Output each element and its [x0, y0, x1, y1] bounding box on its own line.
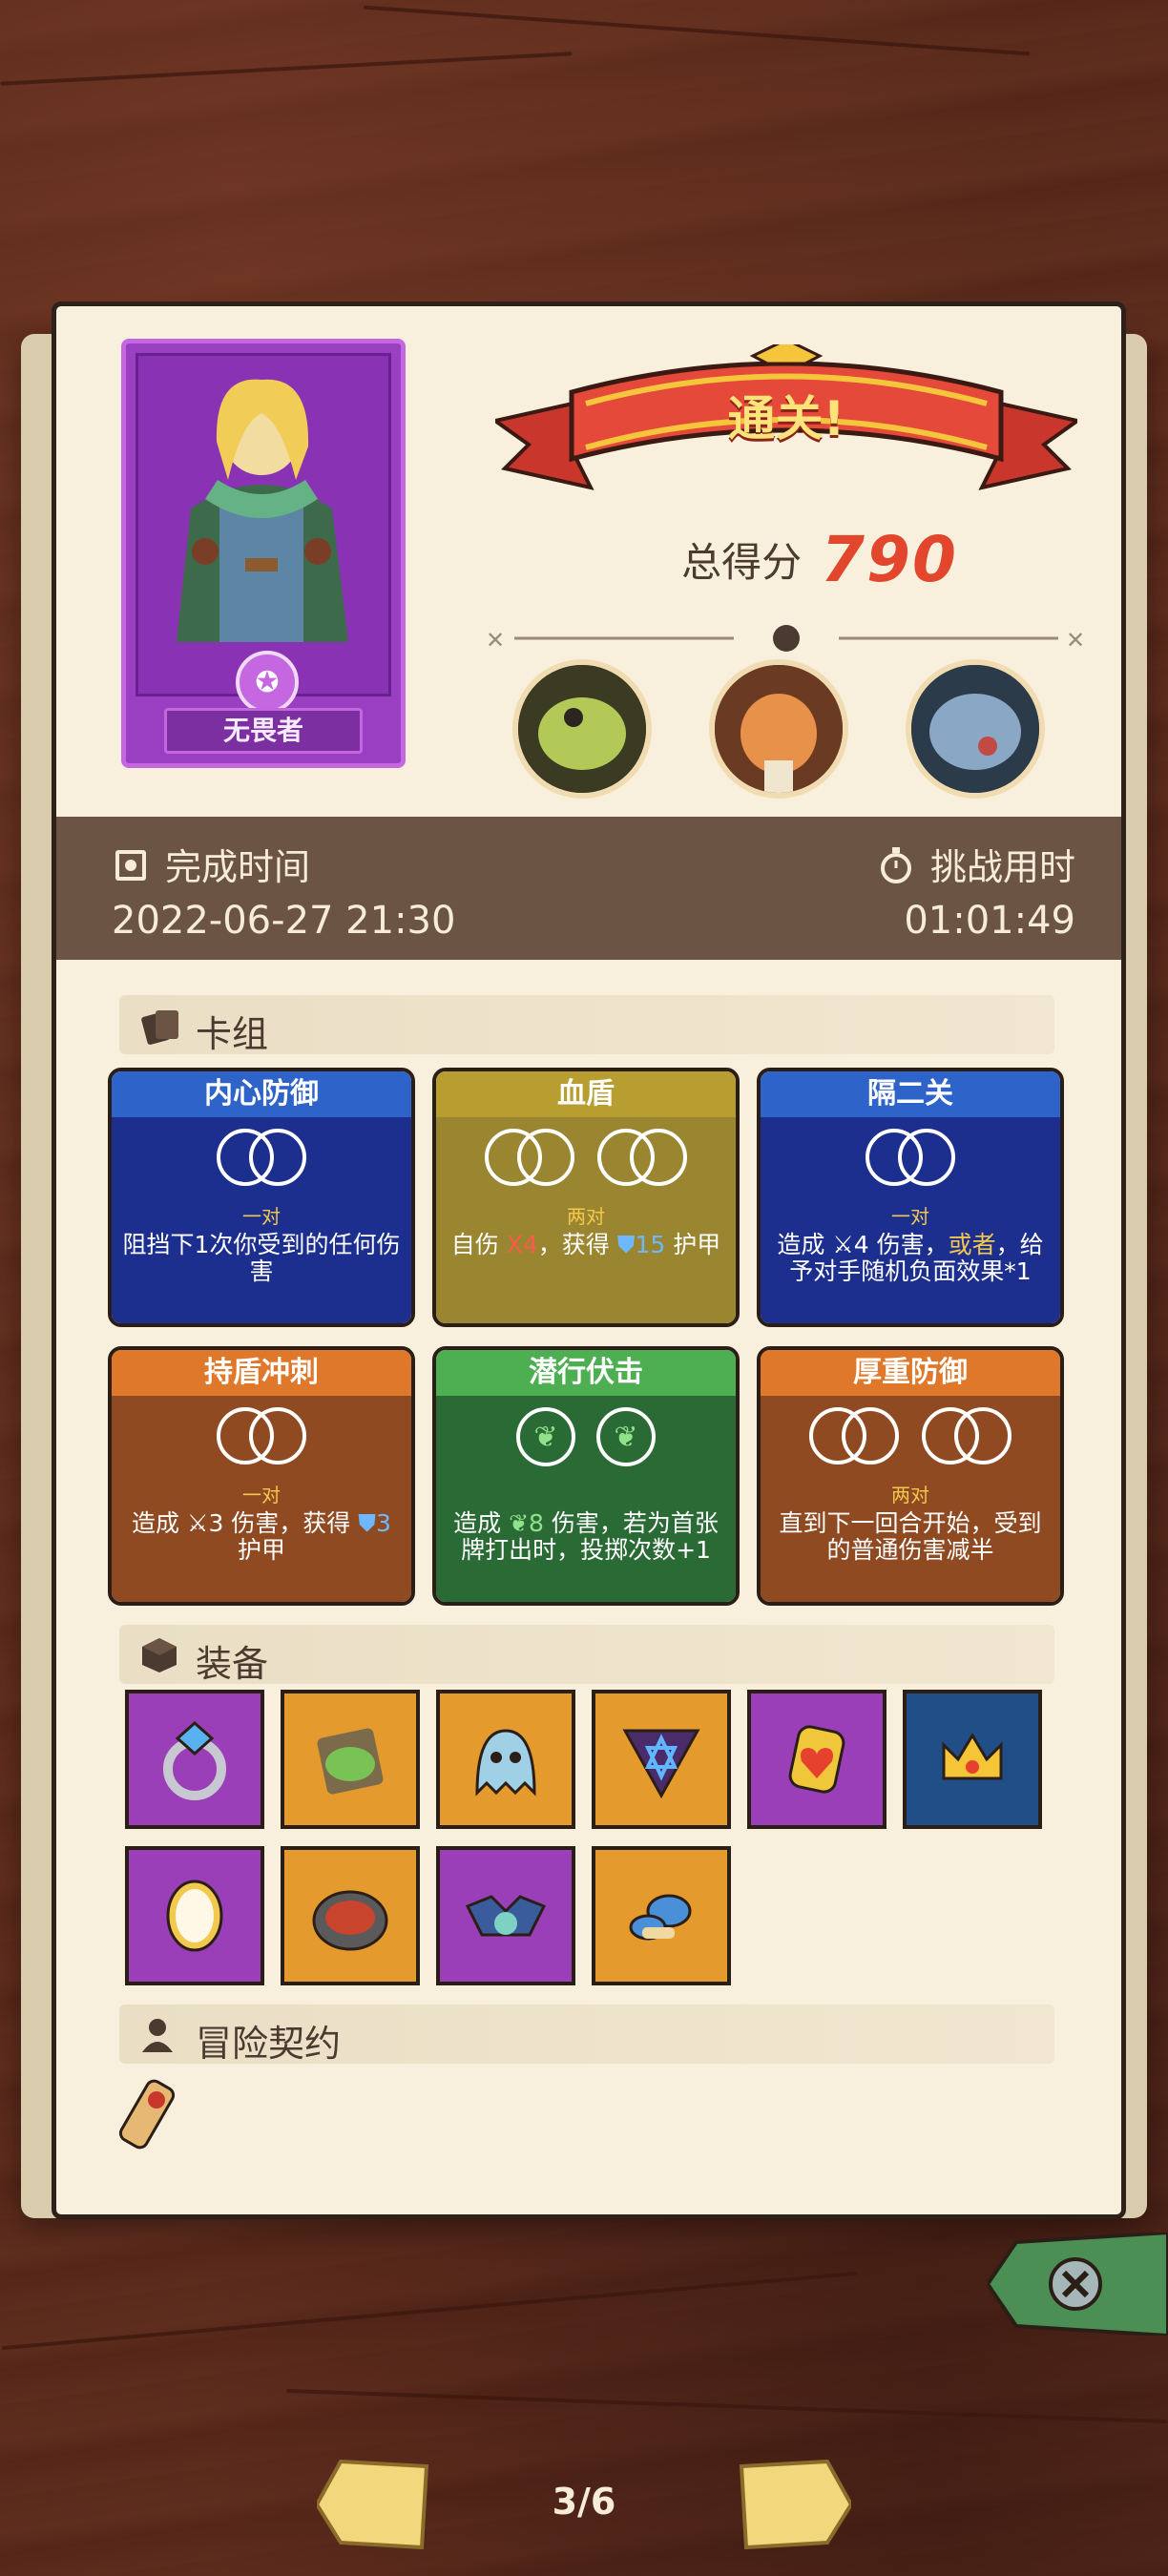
- card-description: 造成 ❦8 伤害，若为首张牌打出时，投掷次数+1: [453, 1509, 719, 1564]
- sword-icon: ⚔: [832, 1231, 854, 1258]
- deck-card-stealth-ambush[interactable]: 潜行伏击 ❦ ❦ 造成 ❦8 伤害，若为首张牌打出时，投掷次数+1: [432, 1346, 740, 1606]
- crystal-ring-icon[interactable]: [125, 1690, 264, 1829]
- close-button[interactable]: [988, 2233, 1168, 2336]
- victory-title: 通关!: [727, 391, 845, 447]
- card-dice-count: 两对: [567, 1205, 605, 1228]
- mossy-stone-icon[interactable]: [281, 1690, 420, 1829]
- duration-value: 01:01:49: [904, 899, 1075, 943]
- stopwatch-icon: [879, 847, 913, 892]
- wood-grain: [286, 2388, 1168, 2424]
- card-description: 造成 ⚔3 伤害，获得 ⛊3 护甲: [132, 1509, 391, 1564]
- ghost-slime-icon[interactable]: [436, 1690, 575, 1829]
- wood-grain: [363, 5, 1031, 56]
- equipment-section-header: 装备: [119, 1625, 1054, 1685]
- time-info-band: 完成时间 2022-06-27 21:30 挑战用时 01:01:49: [56, 817, 1121, 960]
- boss-portrait-3: [906, 659, 1045, 799]
- card-title: 内心防御: [112, 1071, 411, 1117]
- fire-pot-icon[interactable]: [281, 1846, 420, 1985]
- card-title: 血盾: [436, 1071, 736, 1117]
- deck-card-shield-charge[interactable]: 持盾冲刺 一对 造成 ⚔3 伤害，获得 ⛊3 护甲: [108, 1346, 415, 1606]
- blue-mushroom-icon[interactable]: [592, 1846, 731, 1985]
- card-description: 自伤 X4，获得 ⛊15 护甲: [450, 1231, 721, 1258]
- card-dice-count: 一对: [242, 1205, 281, 1228]
- hero-name: 无畏者: [164, 708, 363, 754]
- heart-icon: X4: [506, 1231, 538, 1258]
- card-description: 阻挡下1次你受到的任何伤害: [122, 1231, 401, 1285]
- equipment-title: 装备: [196, 1643, 269, 1685]
- heart-gem-icon[interactable]: [747, 1690, 886, 1829]
- gold-crown-icon[interactable]: [903, 1690, 1042, 1829]
- card-title: 潜行伏击: [436, 1350, 736, 1396]
- score-label: 总得分: [681, 538, 803, 586]
- score-value: 790: [821, 522, 958, 596]
- deck-section-header: 卡组: [119, 995, 1054, 1055]
- sword-icon: ⚔: [187, 1509, 209, 1537]
- boss-portrait-2: [709, 659, 848, 799]
- card-title: 隔二关: [761, 1071, 1060, 1117]
- ornament-divider: ✕ ✕: [486, 625, 1085, 654]
- finish-time-value: 2022-06-27 21:30: [112, 899, 456, 943]
- result-panel: ✪ 无畏者 通关! 总得分 790 ✕ ✕ 完成时间 2022-06-27 21…: [52, 301, 1126, 2219]
- boss-portrait-1: [512, 659, 652, 799]
- contract-section-header: 冒险契约: [119, 2005, 1054, 2065]
- total-score: 总得分 790: [619, 523, 1020, 596]
- box-icon: [140, 1636, 178, 1678]
- card-description: 造成 ⚔4 伤害，或者，给予对手随机负面效果*1: [777, 1231, 1044, 1285]
- deck-card-heavy-defense[interactable]: 厚重防御 两对 直到下一回合开始，受到的普通伤害减半: [757, 1346, 1064, 1606]
- person-icon: [140, 2016, 175, 2058]
- finish-time-label: 完成时间: [165, 846, 311, 888]
- card-dice-count: 一对: [242, 1484, 281, 1506]
- mirror-icon[interactable]: [125, 1846, 264, 1985]
- hero-portrait: ✪ 无畏者: [121, 339, 406, 768]
- contract-scroll-icon[interactable]: [114, 2071, 190, 2161]
- card-description: 直到下一回合开始，受到的普通伤害减半: [779, 1509, 1042, 1564]
- card-title: 持盾冲刺: [112, 1350, 411, 1396]
- page-indicator: 3/6: [552, 2481, 616, 2523]
- deck-card-inner-defense[interactable]: 内心防御 一对 阻挡下1次你受到的任何伤害: [108, 1068, 415, 1327]
- hero-art: [136, 353, 391, 696]
- class-emblem-icon: ✪: [236, 651, 299, 714]
- svg-text:✕: ✕: [486, 627, 505, 654]
- bat-pet-icon[interactable]: [436, 1846, 575, 1985]
- card-dice-count: 两对: [891, 1484, 929, 1506]
- deck-card-skip-two[interactable]: 隔二关 一对 造成 ⚔4 伤害，或者，给予对手随机负面效果*1: [757, 1068, 1064, 1327]
- shield-icon: ⛊: [358, 1509, 377, 1537]
- previous-page-button[interactable]: [317, 2457, 431, 2552]
- svg-text:✕: ✕: [1066, 627, 1085, 654]
- deck-card-blood-shield[interactable]: 血盾 两对 自伤 X4，获得 ⛊15 护甲: [432, 1068, 740, 1327]
- shield-icon: ⛊: [616, 1231, 636, 1258]
- leaf-die-icon: ❦: [596, 1407, 656, 1466]
- leaf-icon: ❦: [509, 1509, 530, 1537]
- duration-label-group: 挑战用时: [879, 838, 1075, 892]
- leaf-die-icon: ❦: [516, 1407, 575, 1466]
- finish-time-label-group: 完成时间: [114, 838, 310, 891]
- card-title: 厚重防御: [761, 1350, 1060, 1396]
- wood-grain: [0, 52, 573, 86]
- duration-label: 挑战用时: [929, 846, 1075, 888]
- cards-icon: [140, 1007, 182, 1049]
- next-page-button[interactable]: [737, 2457, 851, 2552]
- star-triangle-icon[interactable]: [592, 1690, 731, 1829]
- wood-grain: [1, 2271, 858, 2351]
- card-dice-count: 一对: [891, 1205, 929, 1228]
- calendar-icon: [114, 848, 148, 891]
- contract-title: 冒险契约: [196, 2023, 342, 2065]
- deck-title: 卡组: [196, 1013, 269, 1055]
